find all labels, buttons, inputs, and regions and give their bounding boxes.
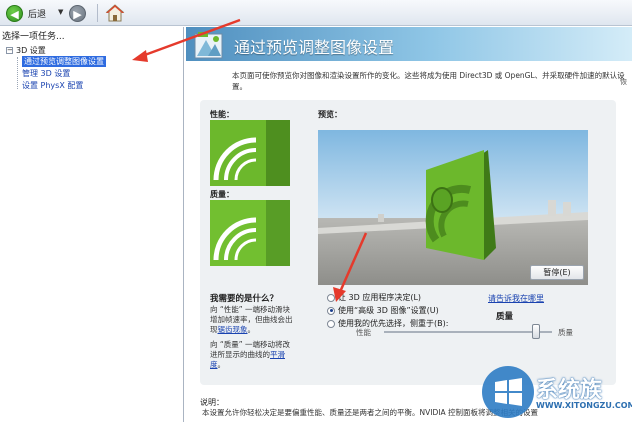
toolbar: ◀ 后退 ▼ ▶ <box>0 0 632 26</box>
performance-thumbnail <box>210 120 290 186</box>
task-tree-pane: 选择一项任务... −3D 设置 通过预览调整图像设置 管理 3D 设置 设置 … <box>0 27 184 422</box>
tree-root-label: 3D 设置 <box>16 46 46 55</box>
radio-advanced-3d[interactable] <box>327 306 335 315</box>
tree-root-3d-settings[interactable]: −3D 设置 <box>6 45 46 56</box>
back-button[interactable]: ◀ <box>6 5 23 22</box>
pause-button[interactable]: 暂停(E) <box>530 265 584 280</box>
preview-panel: 性能： 质量： 预览： 我需要的是什么？ 向 “性能” 一端移动滑块增加帧速率，… <box>200 100 616 385</box>
page-description: 本页面可使你预览你对图像和渲染设置所作的变化。这些将成为使用 Direct3D … <box>232 71 625 91</box>
option-my-preference[interactable]: 使用我的优先选择，侧重于(B): <box>327 318 448 329</box>
tree-item-manage-3d-settings[interactable]: 管理 3D 设置 <box>22 68 70 79</box>
preference-slider-thumb[interactable] <box>532 324 540 339</box>
collapse-icon[interactable]: − <box>6 47 13 54</box>
preview-label: 预览： <box>318 110 342 119</box>
option-advanced-3d[interactable]: 使用“高级 3D 图像”设置(U) <box>327 305 439 316</box>
radio-my-preference[interactable] <box>327 319 335 328</box>
arrow-left-icon: ◀ <box>10 8 19 21</box>
preference-emphasis-label: 质量 <box>496 312 514 322</box>
watermark-url: WWW.XITONGZU.COM <box>536 401 632 410</box>
option-advanced-3d-label: 使用“高级 3D 图像”设置(U) <box>338 306 439 315</box>
toolbar-divider <box>97 4 98 22</box>
performance-help-text: 向 “性能” 一端移动滑块增加帧速率，但曲线会出现锯齿现象。 <box>210 305 293 334</box>
explanation-heading: 说明： <box>200 398 224 407</box>
aliasing-link[interactable]: 锯齿现象 <box>218 325 248 334</box>
arrow-right-icon: ▶ <box>73 8 82 21</box>
tree-item-preview-image-settings[interactable]: 通过预览调整图像设置 <box>22 56 106 67</box>
quality-thumb-label: 质量： <box>210 190 234 199</box>
option-my-preference-label: 使用我的优先选择，侧重于(B): <box>338 319 449 328</box>
home-icon[interactable] <box>105 3 125 23</box>
option-app-decides-label: 让 3D 应用程序决定(L) <box>338 293 422 302</box>
slider-right-label: 质量 <box>558 328 573 337</box>
tree-connector <box>17 57 18 89</box>
quality-help-text: 向 “质量” 一端移动将改进所显示的曲线的平滑度。 <box>210 340 291 369</box>
nvidia-3d-settings-icon <box>194 32 223 59</box>
page-header: 通过预览调整图像设置 <box>186 27 632 61</box>
app-window: ◀ 后退 ▼ ▶ 选择一项任务... −3D 设置 通过预览调整图像设置 管理 … <box>0 0 632 422</box>
page-title: 通过预览调整图像设置 <box>234 38 395 57</box>
performance-thumb-label: 性能： <box>210 110 234 119</box>
quality-thumbnail <box>210 200 290 266</box>
tree-item-physx-config[interactable]: 设置 PhysX 配置 <box>22 80 83 91</box>
forward-button[interactable]: ▶ <box>69 5 86 22</box>
preference-slider-track[interactable] <box>384 331 552 333</box>
tree-title: 选择一项任务... <box>2 32 65 42</box>
3d-preview-viewport <box>318 130 588 285</box>
history-dropdown-icon[interactable]: ▼ <box>58 8 63 16</box>
slider-left-label: 性能 <box>356 328 371 337</box>
question-heading: 我需要的是什么？ <box>210 294 279 304</box>
option-app-decides[interactable]: 让 3D 应用程序决定(L) <box>327 292 421 303</box>
restore-defaults-link[interactable]: 恢 <box>620 77 627 87</box>
radio-app-decides[interactable] <box>327 293 335 302</box>
help-where-link[interactable]: 请告诉我在哪里 <box>488 293 544 304</box>
back-label[interactable]: 后退 <box>28 7 46 20</box>
watermark-text: 系统族 <box>536 378 603 403</box>
